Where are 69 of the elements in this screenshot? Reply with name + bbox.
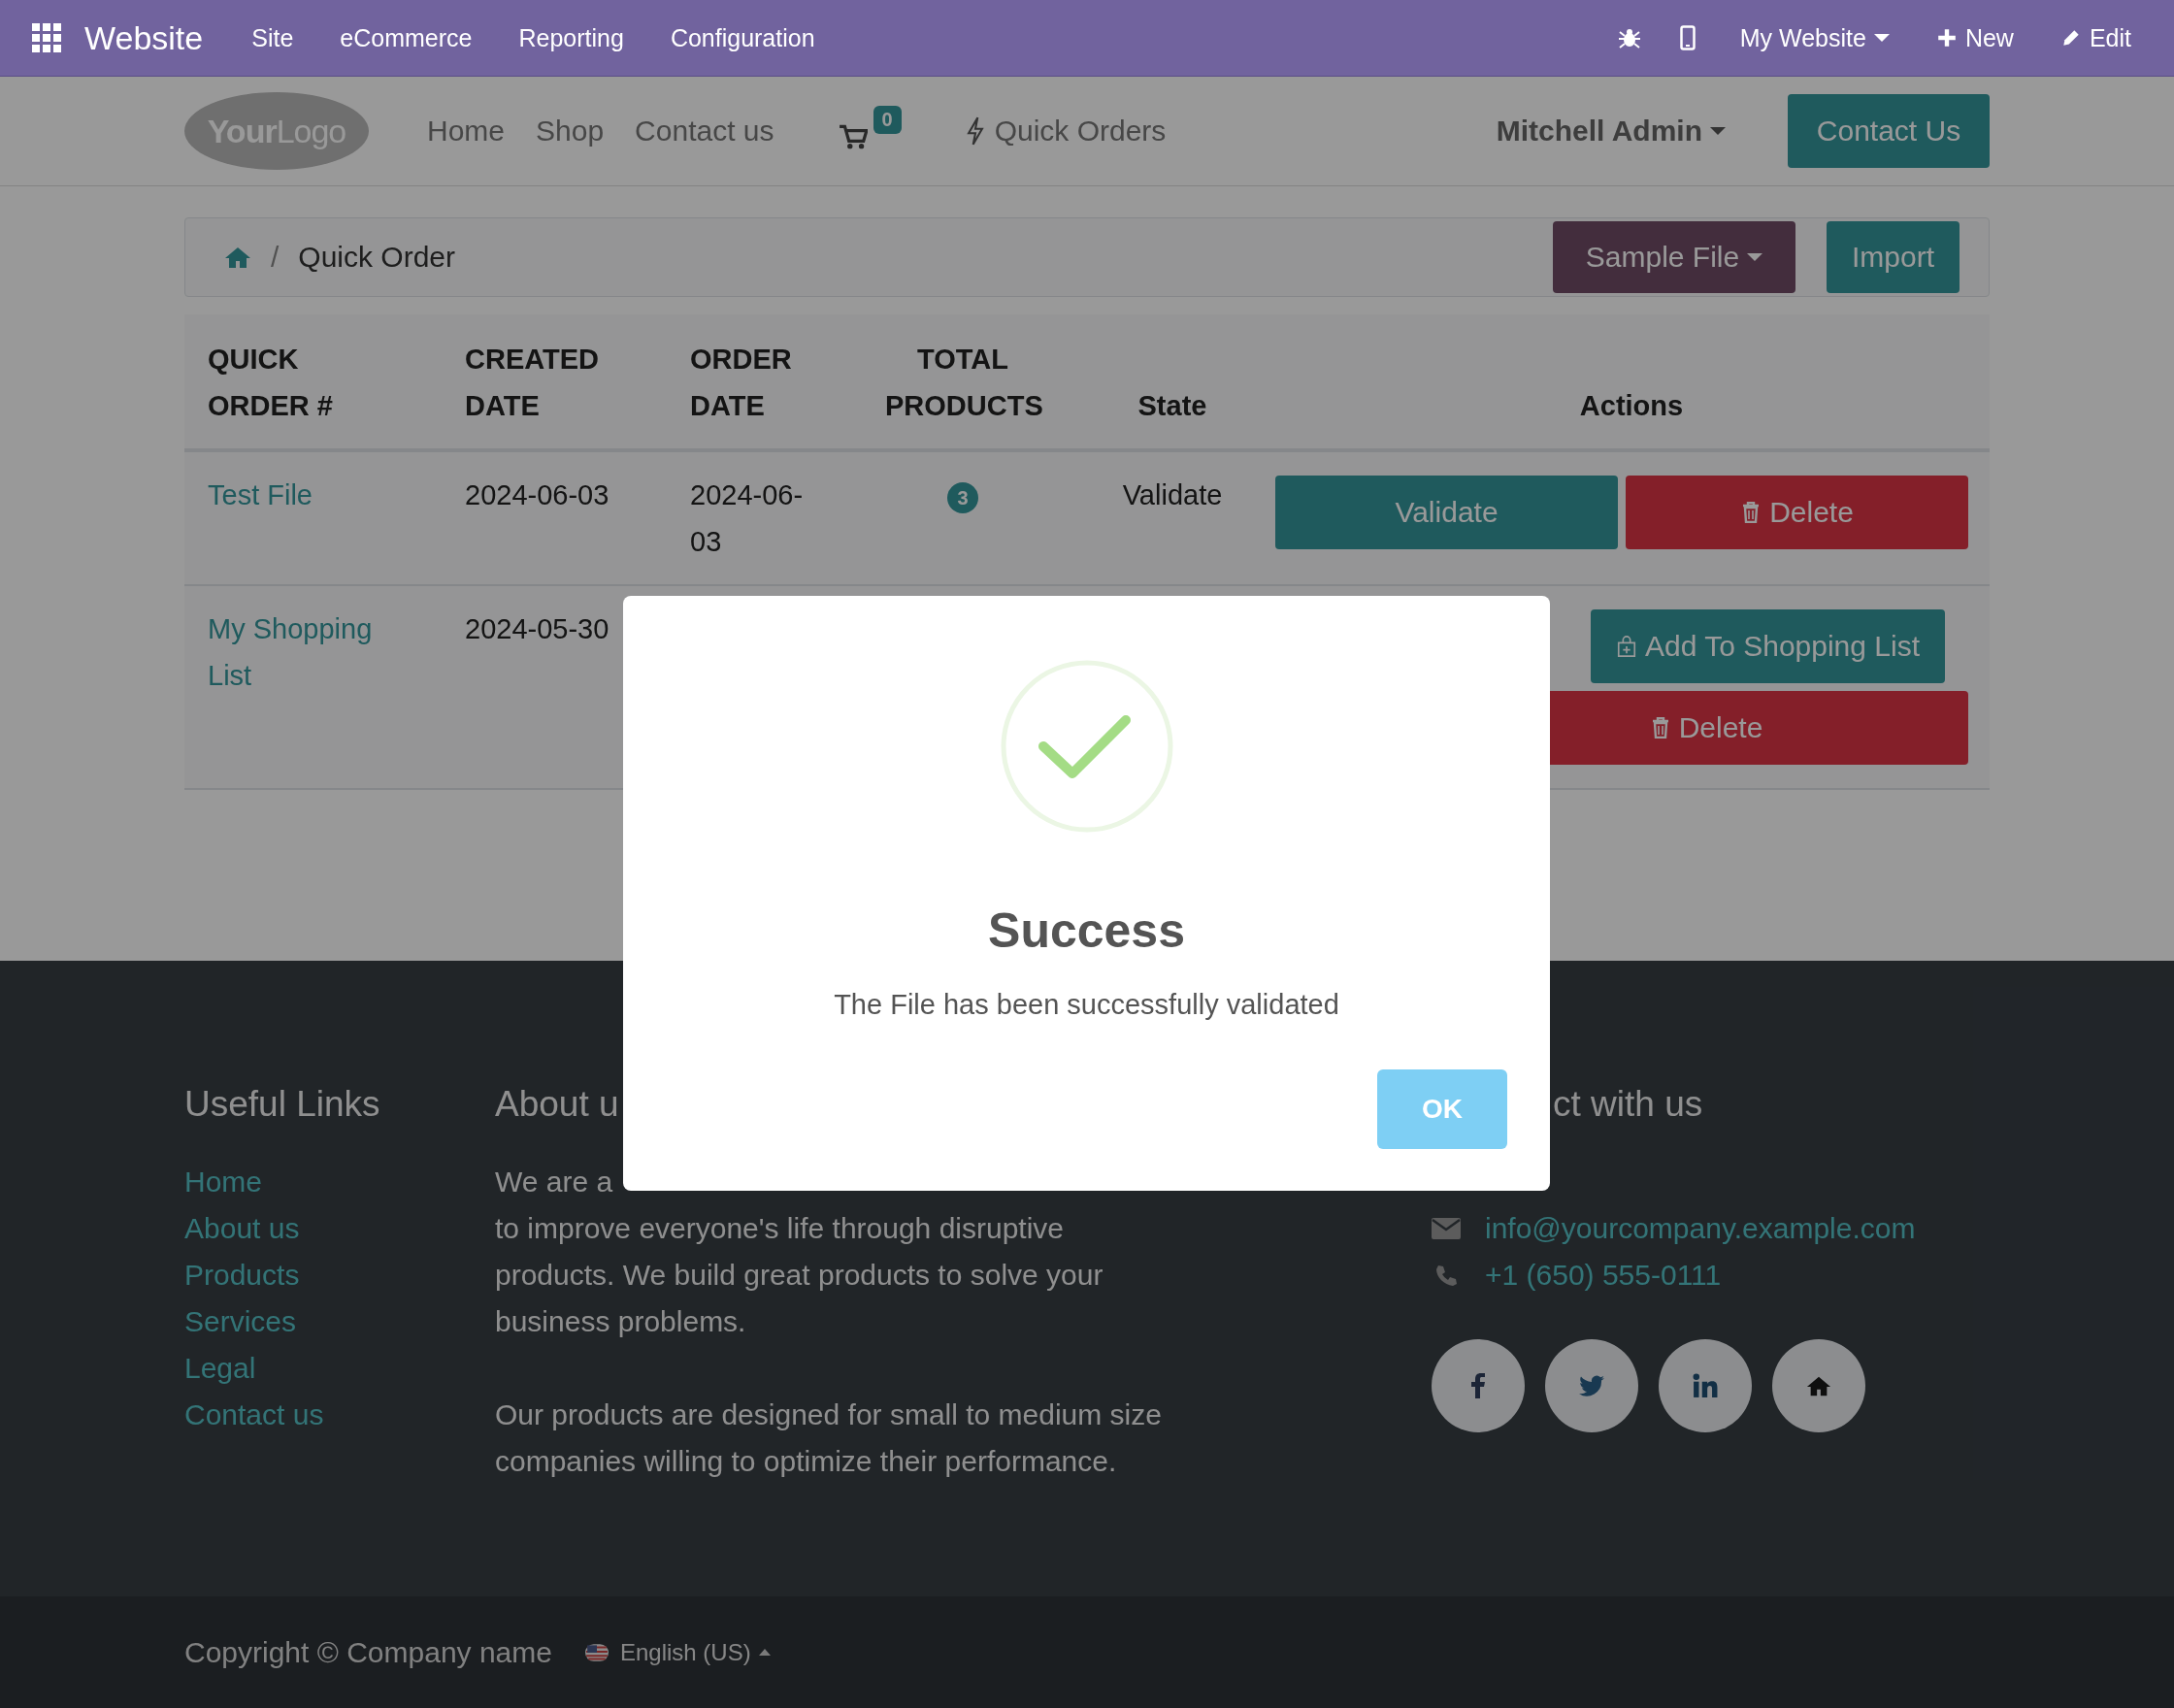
footer-link[interactable]: Home bbox=[184, 1159, 495, 1205]
table-cell-text: 2024-06-03 bbox=[690, 478, 805, 559]
footer-link[interactable]: About us bbox=[184, 1205, 495, 1252]
language-selector[interactable]: English (US) bbox=[584, 1638, 771, 1666]
linkedin-icon bbox=[1693, 1373, 1718, 1398]
column-header: TOTAL PRODUCTS bbox=[885, 343, 1040, 423]
website-switcher[interactable]: My Website bbox=[1739, 23, 1890, 52]
lightning-icon bbox=[965, 116, 985, 146]
envelope-icon bbox=[1432, 1217, 1461, 1240]
cart-count-badge: 0 bbox=[873, 106, 902, 134]
flag-icon bbox=[584, 1643, 609, 1661]
table-cell: 2024-05-30 bbox=[465, 613, 609, 644]
table-cell: Validate bbox=[1122, 479, 1223, 510]
table-cell: 2024-06-03 bbox=[465, 479, 609, 510]
breadcrumb-current: Quick Order bbox=[298, 241, 456, 274]
apps-grid-icon[interactable] bbox=[32, 23, 61, 52]
new-button[interactable]: New bbox=[1935, 23, 2014, 52]
breadcrumb-separator: / bbox=[271, 241, 280, 274]
about-paragraph: to improve everyone's life through disruptive products. We build great products to solve your business problems. bbox=[495, 1211, 1104, 1339]
menu-item[interactable]: Reporting bbox=[518, 23, 624, 52]
bag-plus-icon bbox=[1616, 636, 1637, 657]
column-header: CREATED DATE bbox=[465, 343, 601, 423]
footer-heading: Useful Links bbox=[184, 1083, 381, 1126]
caret-icon bbox=[758, 1649, 771, 1656]
order-name-link[interactable]: Test File bbox=[208, 472, 418, 518]
footer-heading: ct with us bbox=[1553, 1083, 1703, 1126]
add-to-shopping-list-button[interactable]: Add To Shopping List bbox=[1591, 609, 1945, 683]
nav-link[interactable]: Home bbox=[427, 115, 506, 148]
user-menu[interactable]: Mitchell Admin bbox=[1496, 115, 1726, 148]
edit-button[interactable]: Edit bbox=[2059, 23, 2131, 52]
caret-icon bbox=[1710, 127, 1726, 135]
sample-file-button[interactable]: Sample File bbox=[1552, 221, 1795, 293]
footer-heading: About u bbox=[495, 1083, 620, 1126]
about-text: We are a bbox=[495, 1165, 613, 1199]
footer-link[interactable]: Legal bbox=[184, 1345, 495, 1392]
dialog-message: The File has been successfully validated bbox=[834, 989, 1339, 1021]
nav-link[interactable]: Contact us bbox=[635, 115, 774, 148]
menu-item[interactable]: Configuration bbox=[670, 23, 815, 52]
app-title: Website bbox=[84, 18, 204, 57]
product-count-badge: 3 bbox=[947, 482, 978, 513]
column-header: ORDER DATE bbox=[690, 343, 793, 423]
footer-link[interactable]: Contact us bbox=[184, 1392, 495, 1438]
column-header: Actions bbox=[1579, 389, 1684, 423]
footer-link[interactable]: Products bbox=[184, 1252, 495, 1298]
phone-link[interactable]: +1 (650) 555-0111 bbox=[1485, 1252, 1722, 1298]
contact-us-button[interactable]: Contact Us bbox=[1788, 94, 1990, 168]
menu-item[interactable]: Site bbox=[251, 23, 294, 52]
caret-icon bbox=[1873, 34, 1890, 42]
dialog-title: Success bbox=[988, 903, 1185, 960]
column-header: State bbox=[1137, 389, 1207, 423]
ok-button[interactable]: OK bbox=[1377, 1069, 1507, 1149]
order-name-link[interactable]: My Shopping List bbox=[208, 606, 418, 699]
caret-icon bbox=[1747, 253, 1763, 261]
menu-item[interactable]: eCommerce bbox=[340, 23, 473, 52]
copyright-text: Copyright © Company name bbox=[184, 1635, 552, 1669]
email-link[interactable]: info@yourcompany.example.com bbox=[1485, 1205, 1916, 1252]
plus-icon bbox=[1935, 27, 1958, 49]
twitter-icon bbox=[1579, 1373, 1604, 1398]
column-header: QUICK ORDER # bbox=[208, 343, 334, 423]
home-icon[interactable] bbox=[224, 245, 251, 270]
about-paragraph: Our products are designed for small to medium size companies willing to optimize their performance. bbox=[495, 1397, 1163, 1479]
success-check-icon bbox=[999, 659, 1174, 834]
footer-link[interactable]: Services bbox=[184, 1298, 495, 1345]
cart-icon[interactable] bbox=[838, 123, 868, 150]
validate-button[interactable]: Validate bbox=[1275, 476, 1618, 549]
nav-link[interactable]: Shop bbox=[536, 115, 605, 148]
delete-button[interactable]: Delete bbox=[1626, 476, 1968, 549]
quick-orders-link[interactable]: Quick Orders bbox=[965, 115, 1167, 148]
import-button[interactable]: Import bbox=[1826, 221, 1960, 293]
